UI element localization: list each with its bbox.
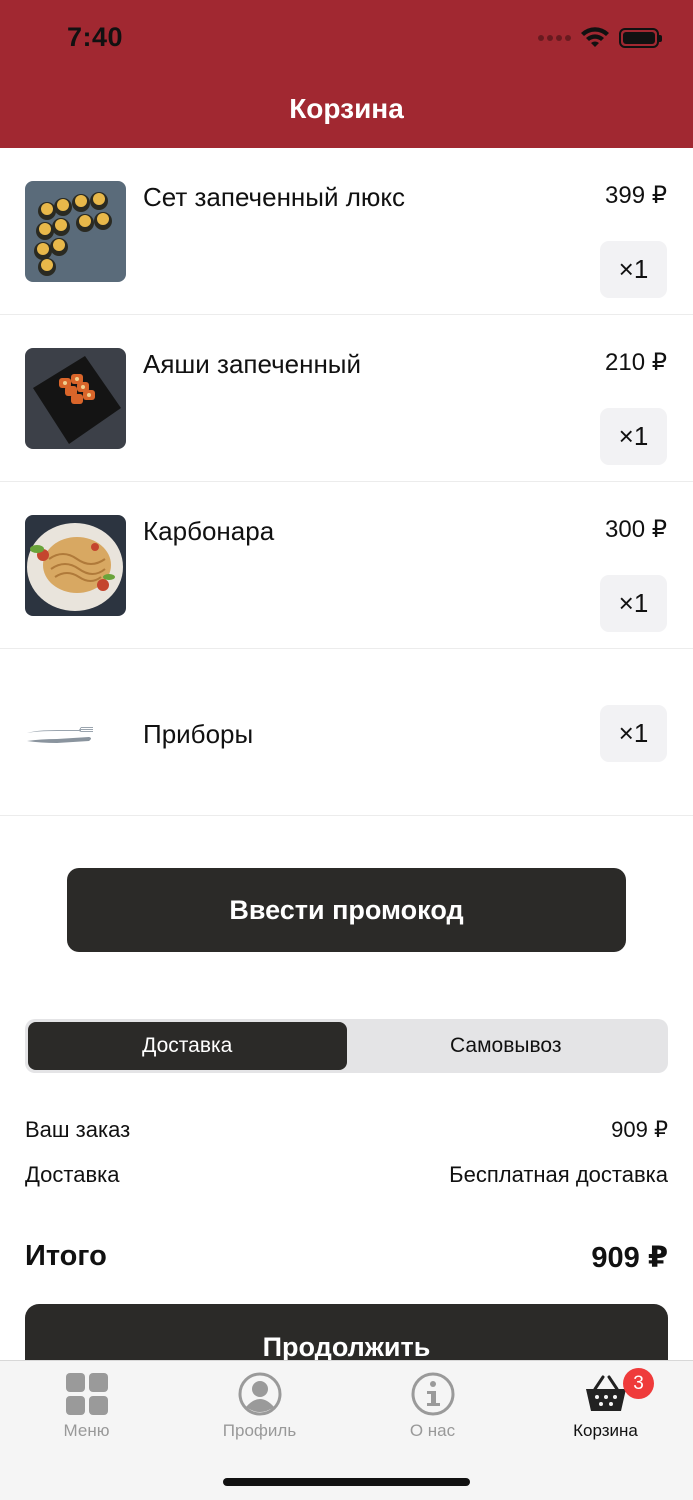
profile-icon <box>238 1372 281 1416</box>
info-icon <box>411 1372 454 1416</box>
signal-icon <box>538 35 571 41</box>
total-value: 909 ₽ <box>591 1242 668 1274</box>
cart-item[interactable]: Сет запеченный люкс 399 ₽ ×1 <box>0 148 693 315</box>
total-label: Итого <box>25 1240 107 1272</box>
delivery-method-toggle[interactable]: Доставка Самовывоз <box>25 1019 668 1073</box>
wifi-icon <box>581 27 609 47</box>
tab-label: Профиль <box>222 1421 297 1440</box>
baked-sushi-set-photo <box>25 181 126 282</box>
quantity-button[interactable]: ×1 <box>600 408 667 465</box>
total-row: Итого 909 ₽ <box>25 1240 668 1275</box>
item-name: Сет запеченный люкс <box>143 182 406 212</box>
utensils-item[interactable]: Приборы ×1 <box>0 649 693 816</box>
quantity-button[interactable]: ×1 <box>600 575 667 632</box>
home-indicator <box>223 1478 470 1486</box>
tab-profile[interactable]: Профиль <box>173 1361 346 1451</box>
tab-label: Корзина <box>573 1421 638 1440</box>
status-icons <box>538 24 662 52</box>
tab-about[interactable]: О нас <box>346 1361 519 1451</box>
order-label: Ваш заказ <box>25 1117 131 1142</box>
quantity-button[interactable]: ×1 <box>600 241 667 298</box>
basket-icon <box>585 1375 626 1411</box>
baked-roll-photo <box>25 348 126 449</box>
navigation-header: 7:40 Корзина <box>0 0 693 148</box>
item-name: Аяши запеченный <box>143 349 362 379</box>
cart-count-badge: 3 <box>623 1368 654 1399</box>
page-title: Корзина <box>289 93 404 124</box>
battery-icon <box>619 28 662 48</box>
cart-item[interactable]: Аяши запеченный 210 ₽ ×1 <box>0 315 693 482</box>
item-name: Приборы <box>143 719 254 749</box>
tab-label: Меню <box>63 1421 110 1440</box>
item-price: 300 ₽ <box>605 516 667 543</box>
pickup-option[interactable]: Самовывоз <box>347 1022 666 1070</box>
tab-label: О нас <box>409 1421 456 1440</box>
delivery-option[interactable]: Доставка <box>28 1022 347 1070</box>
item-name: Карбонара <box>143 516 275 546</box>
fork-knife-icon <box>27 727 93 743</box>
carbonara-pasta-photo <box>25 515 126 616</box>
order-summary-row: Ваш заказ 909 ₽ <box>25 1117 668 1143</box>
delivery-value: Бесплатная доставка <box>449 1162 668 1187</box>
cart-item[interactable]: Карбонара 300 ₽ ×1 <box>0 482 693 649</box>
tab-cart[interactable]: Корзина 3 <box>519 1361 692 1451</box>
item-price: 210 ₽ <box>605 349 667 376</box>
grid-icon <box>65 1373 108 1415</box>
order-value: 909 ₽ <box>611 1117 668 1142</box>
quantity-button[interactable]: ×1 <box>600 705 667 762</box>
status-time: 7:40 <box>67 22 124 52</box>
promo-code-button[interactable]: Ввести промокод <box>67 868 626 952</box>
delivery-summary-row: Доставка Бесплатная доставка <box>25 1162 668 1188</box>
tab-menu[interactable]: Меню <box>0 1361 173 1451</box>
delivery-label: Доставка <box>25 1162 120 1187</box>
item-price: 399 ₽ <box>605 182 667 209</box>
